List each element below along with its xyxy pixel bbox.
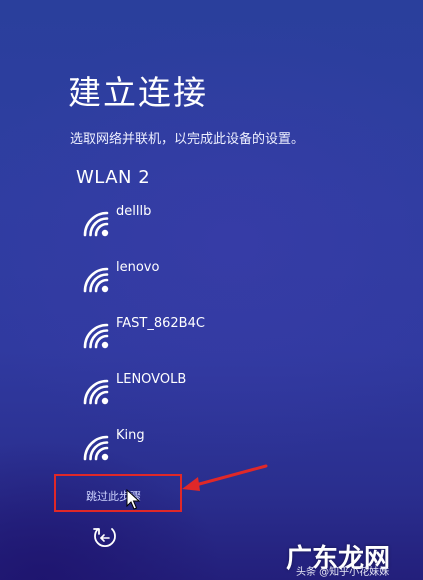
network-name: lenovo <box>116 260 160 275</box>
adapter-label: WLAN 2 <box>76 167 151 188</box>
wifi-icon <box>83 379 109 405</box>
wifi-icon <box>83 435 109 461</box>
page-subtitle: 选取网络并联机，以完成此设备的设置。 <box>70 132 305 147</box>
wifi-icon <box>83 323 109 349</box>
network-name: King <box>116 428 145 443</box>
network-name: delllb <box>116 204 152 219</box>
network-name: LENOVOLB <box>116 372 187 387</box>
network-item-fast[interactable]: FAST_862B4C <box>82 316 205 354</box>
network-item-lenovo[interactable]: lenovo <box>82 260 160 298</box>
network-item-king[interactable]: King <box>82 428 145 466</box>
watermark-caption: 头条 @知乎小花妹妹 <box>296 567 390 578</box>
back-arrow-icon[interactable] <box>90 522 120 552</box>
red-arrow-icon <box>182 464 268 491</box>
network-name: FAST_862B4C <box>116 316 205 331</box>
wifi-icon <box>83 267 109 293</box>
wifi-icon <box>83 211 109 237</box>
page-title: 建立连接 <box>68 73 208 112</box>
mouse-pointer-icon <box>126 489 140 510</box>
network-item-delllb[interactable]: delllb <box>82 204 152 242</box>
network-item-lenovolb[interactable]: LENOVOLB <box>82 372 187 410</box>
setup-screen: 建立连接 选取网络并联机，以完成此设备的设置。 WLAN 2 delllb le… <box>0 0 423 580</box>
